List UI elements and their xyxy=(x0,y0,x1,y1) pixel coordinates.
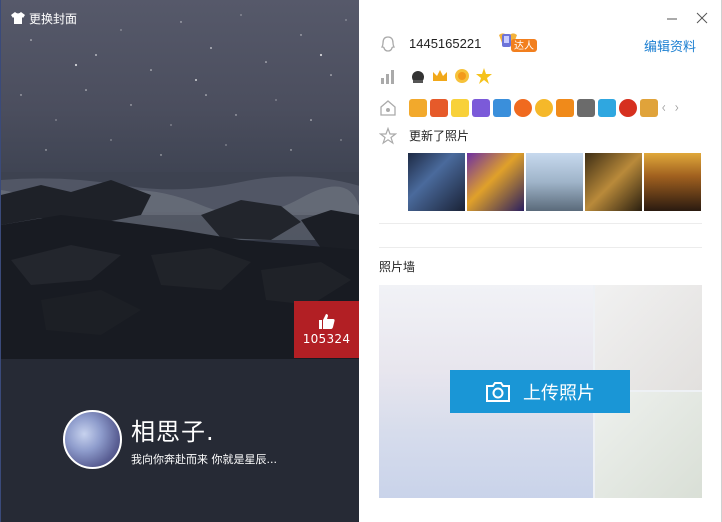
photo-wall-title: 照片墙 xyxy=(379,260,416,274)
level-sun-icon[interactable] xyxy=(409,67,427,85)
photo-thumb[interactable] xyxy=(644,153,701,211)
qq-number-row xyxy=(379,35,397,53)
tshirt-icon xyxy=(11,12,25,24)
info-panel: 1445165221 达人 编辑资料 更新了照片 照片墙 上传照片 xyxy=(359,0,722,522)
update-text: 更新了照片 xyxy=(409,129,470,143)
crown-icon[interactable] xyxy=(431,67,449,85)
badge-12-icon[interactable] xyxy=(640,99,658,117)
star-outline-icon xyxy=(379,127,397,145)
minimize-icon[interactable] xyxy=(665,11,679,25)
edit-profile-link[interactable]: 编辑资料 xyxy=(644,36,696,55)
level-chart-icon xyxy=(381,70,394,84)
change-cover-button[interactable]: 更换封面 xyxy=(11,9,77,27)
badge-2-icon[interactable] xyxy=(430,99,448,117)
update-row xyxy=(379,127,397,145)
chevron-right-icon[interactable] xyxy=(674,99,684,117)
badge-4-icon[interactable] xyxy=(472,99,490,117)
signature: 我向你奔赴而来 你就是星辰... xyxy=(131,453,277,466)
badge-1-icon[interactable] xyxy=(409,99,427,117)
badge-11-icon[interactable] xyxy=(619,99,637,117)
vip-row xyxy=(379,99,397,117)
badge-8-icon[interactable] xyxy=(556,99,574,117)
camera-icon xyxy=(486,381,510,402)
star-icon[interactable] xyxy=(475,67,493,85)
vip-badges xyxy=(409,99,684,117)
badge-3-icon[interactable] xyxy=(451,99,469,117)
chevron-left-icon[interactable] xyxy=(661,99,671,117)
photo-wall: 上传照片 xyxy=(379,285,702,498)
photo-thumb[interactable] xyxy=(408,153,465,211)
cover-panel: 更换封面 105324 相思子. 我向你奔赴而来 你就是星辰... xyxy=(0,0,359,522)
upload-photo-button[interactable]: 上传照片 xyxy=(450,370,630,413)
badge-5-icon[interactable] xyxy=(493,99,511,117)
daren-badge-icon[interactable]: 达人 xyxy=(496,31,544,55)
penguin-icon xyxy=(380,36,396,52)
recent-photos xyxy=(408,153,701,211)
badge-10-icon[interactable] xyxy=(598,99,616,117)
photo-thumb[interactable] xyxy=(526,153,583,211)
level-row xyxy=(379,67,397,85)
like-button[interactable]: 105324 xyxy=(294,301,359,358)
badge-9-icon[interactable] xyxy=(577,99,595,117)
upload-photo-label: 上传照片 xyxy=(523,382,595,404)
qq-number: 1445165221 xyxy=(409,36,482,51)
change-cover-label: 更换封面 xyxy=(29,11,78,26)
avatar[interactable] xyxy=(63,410,122,469)
house-crown-icon xyxy=(380,100,396,116)
sun-icon[interactable] xyxy=(453,67,471,85)
daren-badge-text: 达人 xyxy=(514,40,534,52)
divider xyxy=(379,223,702,224)
badge-7-icon[interactable] xyxy=(535,99,553,117)
photo-thumb[interactable] xyxy=(467,153,524,211)
photo-thumb[interactable] xyxy=(585,153,642,211)
like-count: 105324 xyxy=(302,332,351,346)
badge-6-icon[interactable] xyxy=(514,99,532,117)
nickname: 相思子. xyxy=(131,418,215,446)
thumbs-up-icon xyxy=(319,314,335,329)
profile-section: 相思子. 我向你奔赴而来 你就是星辰... xyxy=(1,359,359,522)
level-badges xyxy=(409,67,493,85)
close-icon[interactable] xyxy=(695,11,709,25)
divider xyxy=(379,247,702,248)
